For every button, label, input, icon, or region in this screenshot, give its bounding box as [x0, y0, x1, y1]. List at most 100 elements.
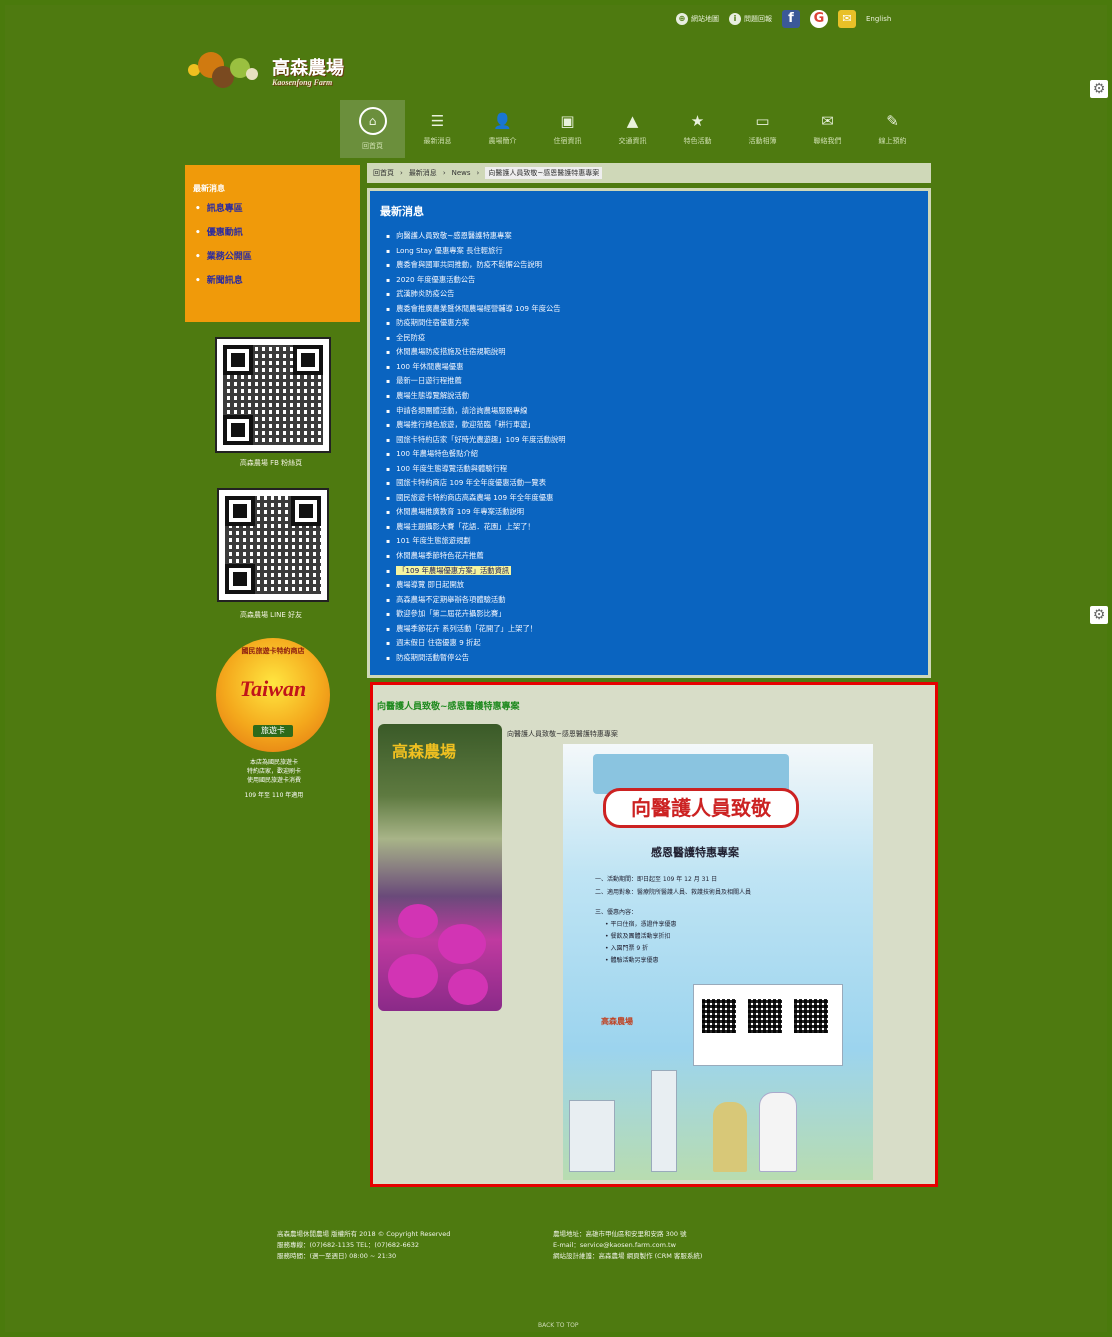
- badge-title: Taiwan: [239, 676, 307, 701]
- news-item-label: 「109 年農場優惠方案」活動資訊: [396, 565, 512, 575]
- breadcrumb-link[interactable]: News: [452, 169, 471, 177]
- news-item[interactable]: 最新一日遊行程推薦: [386, 374, 928, 389]
- news-item[interactable]: 國民旅遊卡特約商店高森農場 109 年全年度優惠: [386, 491, 928, 506]
- google-icon[interactable]: G: [810, 10, 828, 28]
- nav-traffic[interactable]: ▲ 交通資訊: [600, 100, 665, 158]
- nav-home[interactable]: ⌂ 回首頁: [340, 100, 405, 158]
- news-item[interactable]: 國旅卡特約店家「好時光農遊趣」109 年度活動說明: [386, 433, 928, 448]
- nav-album[interactable]: ▭ 活動相簿: [730, 100, 795, 158]
- news-item-label: 休閒農場季節特色花卉推薦: [396, 551, 484, 561]
- nurse-figure: [713, 1102, 747, 1172]
- news-item[interactable]: 全民防疫: [386, 331, 928, 346]
- facebook-icon[interactable]: f: [782, 10, 800, 28]
- poster-logo: 高森農場: [601, 1017, 633, 1026]
- hospital-tower: [651, 1070, 677, 1172]
- mail-icon[interactable]: ✉: [838, 10, 856, 28]
- news-item[interactable]: 休閒農場季節特色花卉推薦: [386, 549, 928, 564]
- news-item[interactable]: 100 年度生態導覽活動與體驗行程: [386, 462, 928, 477]
- sidebar-item-label: 新聞訊息: [206, 276, 243, 286]
- news-item-label: 高森農場不定期舉辦各項體驗活動: [396, 594, 506, 604]
- nav-label: 最新消息: [423, 137, 452, 145]
- back-to-top-link[interactable]: BACK TO TOP: [538, 1322, 578, 1329]
- news-item[interactable]: 高森農場不定期舉辦各項體驗活動: [386, 593, 928, 608]
- footer-email[interactable]: E-mail：service@kaosen.farm.com.tw: [553, 1240, 702, 1251]
- nav-lodging[interactable]: ▣ 住宿資訊: [535, 100, 600, 158]
- top-link-report[interactable]: i 問題回報: [729, 13, 772, 25]
- poster-bullet: • 平日住宿，憑證件享優惠: [605, 921, 677, 928]
- breadcrumb-link[interactable]: 回首頁: [373, 168, 394, 178]
- sidebar-item-label: 優惠動訊: [206, 228, 243, 238]
- logo-subtitle: Kaosenfong Farm: [272, 78, 333, 87]
- nav-news[interactable]: ☰ 最新消息: [405, 100, 470, 158]
- news-item[interactable]: 100 年休閒農場優惠: [386, 360, 928, 375]
- news-item[interactable]: 農場生態導覽解說活動: [386, 389, 928, 404]
- news-item[interactable]: 武漢肺炎防疫公告: [386, 287, 928, 302]
- news-item[interactable]: 農委會與國軍共同推動，防疫不鬆懈公告說明: [386, 258, 928, 273]
- news-item[interactable]: 歡迎參加「第二屆花卉攝影比賽」: [386, 607, 928, 622]
- poster-bullet: • 入園門票 9 折: [605, 945, 649, 952]
- top-link-sitemap[interactable]: ⊕ 網站地圖: [676, 13, 719, 25]
- news-item[interactable]: 2020 年度優惠活動公告: [386, 273, 928, 288]
- news-item[interactable]: 向醫護人員致敬~感恩醫護特惠專案: [386, 229, 928, 244]
- news-item-label: 國民旅遊卡特約商店高森農場 109 年全年度優惠: [396, 492, 554, 502]
- poster-headline: 向醫護人員致敬: [603, 788, 799, 828]
- news-item[interactable]: 農委會推廣農業暨休閒農場經營輔導 109 年度公告: [386, 302, 928, 317]
- footer-line: 農場地址：高雄市甲仙區和安里和安路 300 號: [553, 1230, 687, 1238]
- english-link[interactable]: English: [866, 15, 891, 23]
- sidebar-item[interactable]: • 訊息專區: [195, 202, 360, 226]
- news-item[interactable]: 週末假日 住宿優惠 9 折起: [386, 636, 928, 651]
- qr-caption-fb: 高森農場 FB 粉絲頁: [239, 459, 303, 467]
- news-item[interactable]: 農場導覽 即日起開放: [386, 578, 928, 593]
- news-item-label: 101 年度生態旅遊規劃: [396, 536, 471, 546]
- line-qr-code: [217, 488, 329, 602]
- news-item[interactable]: 防疫期間活動暫停公告: [386, 651, 928, 666]
- logo-mark: [188, 52, 266, 94]
- news-item[interactable]: 100 年農場特色餐點介紹: [386, 447, 928, 462]
- footer-line: 高森農場休閒農場 版權所有 2018 © Copyright Reserved: [277, 1230, 451, 1238]
- badge-caption-line: 109 年至 110 年適用: [244, 792, 304, 799]
- news-item-label: 農場推行綠色旅遊，歡迎蒞臨「耕行車遊」: [396, 420, 535, 430]
- news-item[interactable]: 農場季節花卉 系列活動「花開了」上架了！: [386, 622, 928, 637]
- news-item-label: 歡迎參加「第二屆花卉攝影比賽」: [396, 609, 506, 619]
- news-item-label: 農場主題攝影大賽「花語．花園」上架了！: [396, 521, 535, 531]
- news-item[interactable]: Long Stay 優惠專案 長住輕旅行: [386, 244, 928, 259]
- news-item[interactable]: 農場推行綠色旅遊，歡迎蒞臨「耕行車遊」: [386, 418, 928, 433]
- nav-about[interactable]: 👤 農場簡介: [470, 100, 535, 158]
- news-item-label: 農場生態導覽解說活動: [396, 391, 470, 401]
- sidebar-item[interactable]: • 新聞訊息: [195, 274, 360, 298]
- news-item[interactable]: 農場主題攝影大賽「花語．花園」上架了！: [386, 520, 928, 535]
- nav-contact[interactable]: ✉ 聯絡我們: [795, 100, 860, 158]
- news-item-label: 休閒農場推廣教育 109 年專案活動說明: [396, 507, 525, 517]
- news-panel: 最新消息 向醫護人員致敬~感恩醫護特惠專案 Long Stay 優惠專案 長住輕旅…: [367, 188, 931, 678]
- settings-gear-icon[interactable]: ⚙: [1090, 606, 1108, 624]
- news-item-label: 休閒農場防疫措施及住宿規範說明: [396, 347, 506, 357]
- news-item[interactable]: 101 年度生態旅遊規劃: [386, 534, 928, 549]
- news-item-label: 農場導覽 即日起開放: [396, 580, 465, 590]
- poster-bullet: 二、適用對象：醫療院所醫護人員、救護技術員及相關人員: [595, 889, 752, 896]
- badge-ring-text: 國民旅遊卡特約商店: [241, 647, 305, 655]
- sidebar-item[interactable]: • 業務公開區: [195, 250, 360, 274]
- qr-caption-line: 高森農場 LINE 好友: [239, 611, 303, 619]
- nav-activities[interactable]: ★ 特色活動: [665, 100, 730, 158]
- main-nav: ⌂ 回首頁 ☰ 最新消息 👤 農場簡介 ▣ 住宿資訊 ▲ 交通資訊 ★ 特色活動…: [340, 100, 925, 158]
- footer-right: 農場地址：高雄市甲仙區和安里和安路 300 號 E-mail：service@k…: [553, 1229, 702, 1262]
- hospital-building: [569, 1100, 615, 1172]
- news-item[interactable]: 防疫期間住宿優惠方案: [386, 316, 928, 331]
- settings-gear-icon[interactable]: ⚙: [1090, 80, 1108, 98]
- news-item-label: 週末假日 住宿優惠 9 折起: [396, 638, 481, 648]
- news-item[interactable]: 休閒農場推廣教育 109 年專案活動說明: [386, 505, 928, 520]
- news-item-label: 100 年農場特色餐點介紹: [396, 449, 478, 459]
- site-logo[interactable]: 高森農場 Kaosenfong Farm: [188, 52, 344, 94]
- news-item[interactable]: 「109 年農場優惠方案」活動資訊: [386, 564, 928, 579]
- top-utility-bar: ⊕ 網站地圖 i 問題回報 f G ✉ English: [676, 10, 891, 28]
- footer-left: 高森農場休閒農場 版權所有 2018 © Copyright Reserved …: [277, 1229, 450, 1262]
- news-item[interactable]: 申請各類團體活動，請洽詢農場服務專線: [386, 404, 928, 419]
- news-item[interactable]: 休閒農場防疫措施及住宿規範說明: [386, 345, 928, 360]
- sidebar-item[interactable]: • 優惠動訊: [195, 226, 360, 250]
- news-item-label: 農委會與國軍共同推動，防疫不鬆懈公告說明: [396, 260, 543, 270]
- news-item[interactable]: 國旅卡特約商店 109 年全年度優惠活動一覽表: [386, 476, 928, 491]
- taiwan-travel-card-badge: 國民旅遊卡特約商店 Taiwan 旅遊卡: [216, 638, 330, 752]
- nav-booking[interactable]: ✎ 線上預約: [860, 100, 925, 158]
- promotion-poster: 向醫護人員致敬 感恩醫護特惠專案 一、活動期間：即日起至 109 年 12 月 …: [563, 744, 873, 1180]
- breadcrumb-link[interactable]: 最新消息: [409, 168, 437, 178]
